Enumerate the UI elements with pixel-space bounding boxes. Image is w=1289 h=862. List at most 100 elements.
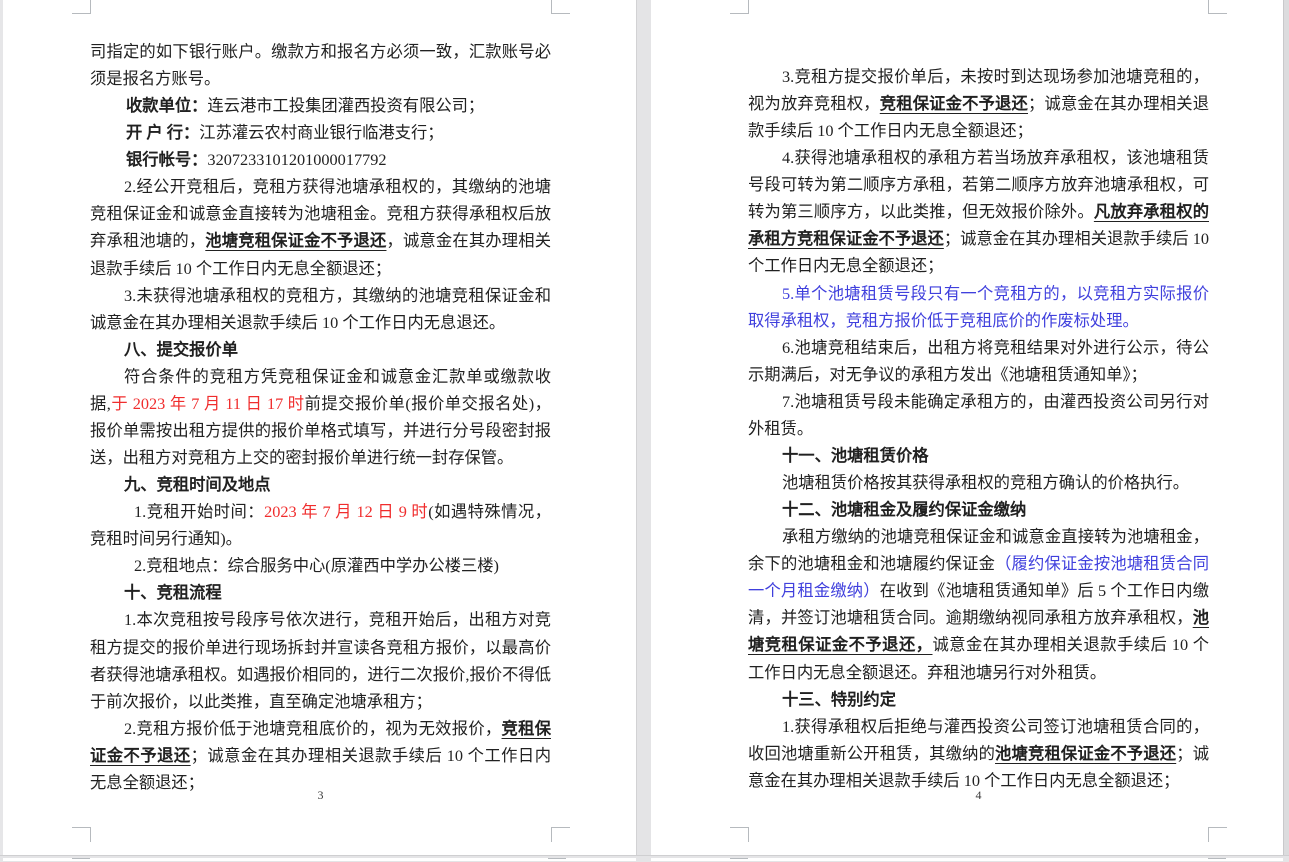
text-segment: 前提交报价单(报价单交报名处)，: [305, 394, 551, 413]
text-segment: 银行帐号：: [126, 150, 207, 169]
text-segment: 八、提交报价单: [124, 340, 238, 359]
text-segment: 十一、池塘租赁价格: [782, 446, 929, 465]
text-segment: 一个月租金缴纳）: [748, 581, 880, 600]
crop-mark-bottom-left: [730, 827, 749, 842]
crop-mark: [72, 858, 90, 859]
text-segment: 报价单需按出租方提供的报价单格式填写，并进行分号段密封报: [90, 421, 551, 440]
crop-mark: [730, 858, 748, 859]
text-segment: 符合条件的竞租方凭竞租保证金和诚意金汇款单或缴款收: [124, 367, 551, 386]
text-segment: 工作日内无息全额退还。弃租池塘另行对外租赁。: [748, 663, 1106, 682]
text-line: 工作日内无息全额退还。弃租池塘另行对外租赁。: [748, 659, 1209, 686]
document-page-3: 司指定的如下银行账户。缴款方和报名方必须一致，汇款账号必须是报名方账号。收款单位…: [3, 0, 636, 855]
text-line: 1.获得承租权后拒绝与灌西投资公司签订池塘租赁合同的，: [782, 713, 1209, 740]
text-line: 十一、池塘租赁价格: [782, 442, 1209, 469]
text-segment: 4.获得池塘承租权的承租方若当场放弃承租权，该池塘租赁: [782, 148, 1209, 167]
text-line: 送，出租方对竞租方上交的密封报价单进行统一封存保管。: [90, 444, 551, 471]
text-segment: 号段可转为第二顺序方承租，若第二顺序方放弃池塘承租权，可: [748, 175, 1209, 194]
text-line: 视为放弃竞租权，竞租保证金不予退还；诚意金在其办理相关退: [748, 90, 1209, 117]
text-line: 报价单需按出租方提供的报价单格式填写，并进行分号段密封报: [90, 417, 551, 444]
crop-mark-top-left: [72, 0, 91, 14]
text-line: 3.未获得池塘承租权的竞租方，其缴纳的池塘竞租保证金和: [124, 282, 551, 309]
text-line: 承租方竞租保证金不予退还；诚意金在其办理相关退款手续后 10: [748, 225, 1209, 252]
text-line: 2.竞租地点：综合服务中心(原灌西中学办公楼三楼): [134, 552, 551, 579]
text-line: 于前次报价，以此类推，直至确定池塘承租方；: [90, 688, 551, 715]
crop-mark: [548, 858, 566, 859]
text-segment: 视为放弃竞租权，: [748, 94, 880, 113]
text-line: 承租方缴纳的池塘竞租保证金和诚意金直接转为池塘租金，: [782, 523, 1209, 550]
text-line: 4.获得池塘承租权的承租方若当场放弃承租权，该池塘租赁: [782, 144, 1209, 171]
text-segment: 3.竞租方提交报价单后，未按时到达现场参加池塘竞租的，: [782, 67, 1209, 86]
text-segment: 于前次报价，以此类推，直至确定池塘承租方；: [90, 692, 432, 711]
text-line: 九、竞租时间及地点: [124, 471, 551, 498]
text-segment: 5.单个池塘租赁号段只有一个竞租方的，以竞租方实际报价: [782, 284, 1209, 303]
text-line: 者获得池塘承租权。如遇报价相同的，进行二次报价,报价不得低: [90, 661, 551, 688]
crop-mark-bottom-right: [551, 827, 570, 842]
text-segment: 江苏灌云农村商业银行临港支行；: [199, 123, 443, 142]
text-line: 收回池塘重新公开租赁，其缴纳的池塘竞租保证金不予退还；诚: [748, 740, 1209, 767]
text-segment: 租方提交的报价单进行现场拆封并宣读各竞租方报价，以最高价: [90, 638, 551, 657]
text-segment: 十二、池塘租金及履约保证金缴纳: [782, 500, 1026, 519]
text-line: 1.本次竞租按号段序号依次进行，竞租开始后，出租方对竞: [124, 606, 551, 633]
text-line: 余下的池塘租金和池塘履约保证金（履约保证金按池塘租赁合同: [748, 550, 1209, 577]
text-line: 5.单个池塘租赁号段只有一个竞租方的，以竞租方实际报价: [782, 280, 1209, 307]
text-line: 7.池塘租赁号段未能确定承租方的，由灌西投资公司另行对: [782, 388, 1209, 415]
document-page-4: 3.竞租方提交报价单后，未按时到达现场参加池塘竞租的， 视为放弃竞租权，竞租保证金…: [651, 0, 1283, 855]
text-segment: 池: [1193, 608, 1209, 627]
text-segment: 7.池塘租赁号段未能确定承租方的，由灌西投资公司另行对: [782, 392, 1209, 411]
text-segment: 2023 年 7 月 12 日 9 时: [264, 502, 428, 521]
text-line: 符合条件的竞租方凭竞租保证金和诚意金汇款单或缴款收: [124, 363, 551, 390]
text-segment: 1.获得承租权后拒绝与灌西投资公司签订池塘租赁合同的，: [782, 717, 1209, 736]
text-segment: (如遇特殊情况，: [428, 502, 551, 521]
text-segment: 池塘竞租保证金不予退还: [205, 231, 386, 250]
text-line: 转为第三顺序方，以此类推，但无效报价除外。凡放弃承租权的: [748, 198, 1209, 225]
text-line: 收款单位：连云港市工投集团灌西投资有限公司；: [126, 92, 551, 119]
text-line: 款手续后 10 个工作日内无息全额退还；: [748, 117, 1209, 144]
text-segment: 1.本次竞租按号段序号依次进行，竞租开始后，出租方对竞: [124, 610, 551, 629]
text-line: 十三、特别约定: [782, 686, 1209, 713]
crop-mark-bottom-left: [72, 827, 91, 842]
text-segment: 取得承租权，竞租方报价低于竞租底价的作废标处理。: [748, 311, 1139, 330]
text-line: 弃承租池塘的，池塘竞租保证金不予退还，诚意金在其办理相关: [90, 227, 551, 254]
text-line: 池塘租赁价格按其获得承租权的竞租方确认的价格执行。: [782, 469, 1209, 496]
text-segment: 清，并签订池塘租赁合同。逾期缴纳视同承租方放弃承租权，: [748, 608, 1193, 627]
text-line: 十、竞租流程: [124, 579, 551, 606]
text-segment: 于 2023 年 7 月 11 日 17 时: [111, 394, 305, 413]
text-segment: 池塘竞租保证金不予退还: [995, 744, 1176, 763]
text-line: 2.竞租方报价低于池塘竞租底价的，视为无效报价，竞租保: [124, 715, 551, 742]
text-segment: 竞租保证金不予退还: [880, 94, 1028, 113]
text-segment: 诚意金在其办理相关退款手续后 10 个工作日内无息退还。: [90, 313, 505, 332]
text-segment: 池塘租赁价格按其获得承租权的竞租方确认的价格执行。: [782, 473, 1189, 492]
text-segment: 塘竞租保证金不予退还，: [748, 635, 933, 654]
text-segment: 者获得池塘承租权。如遇报价相同的，进行二次报价,报价不得低: [90, 665, 551, 684]
text-segment: 转为第三顺序方，以此类推，但无效报价除外。: [748, 202, 1094, 221]
crop-mark: [1208, 858, 1226, 859]
text-segment: 退款手续后 10 个工作日内无息全额退还；: [90, 259, 391, 278]
text-line: 示期满后，对无争议的承租方发出《池塘租赁通知单》；: [748, 361, 1209, 388]
page-number: 4: [748, 786, 1209, 804]
crop-mark-top-right: [551, 0, 570, 14]
text-line: 个工作日内无息全额退还；: [748, 252, 1209, 279]
text-segment: 1.竞租开始时间：: [134, 502, 264, 521]
text-segment: ，诚意金在其办理相关: [386, 231, 551, 250]
text-line: 十二、池塘租金及履约保证金缴纳: [782, 496, 1209, 523]
text-segment: 弃承租池塘的，: [90, 231, 205, 250]
text-line: 银行帐号：3207233101201000017792: [126, 146, 551, 173]
text-segment: ；诚意金在其办理相关退: [1028, 94, 1209, 113]
text-line: 租方提交的报价单进行现场拆封并宣读各竞租方报价，以最高价: [90, 634, 551, 661]
text-line: 外租赁。: [748, 415, 1209, 442]
text-segment: 2.竞租方报价低于池塘竞租底价的，视为无效报价，: [124, 719, 502, 738]
text-segment: 承租方竞租保证金不予退还: [748, 229, 944, 248]
text-segment: 十、竞租流程: [124, 583, 222, 602]
text-line: 须是报名方账号。: [90, 65, 551, 92]
text-segment: 据,: [90, 394, 111, 413]
text-line: 退款手续后 10 个工作日内无息全额退还；: [90, 255, 551, 282]
text-line: 开 户 行：江苏灌云农村商业银行临港支行；: [126, 119, 551, 146]
text-segment: 6.池塘竞租结束后，出租方将竞租结果对外进行公示，待公: [782, 338, 1209, 357]
text-segment: 余下的池塘租金和池塘履约保证金: [748, 554, 995, 573]
text-segment: 承租方缴纳的池塘竞租保证金和诚意金直接转为池塘租金，: [782, 527, 1209, 546]
text-segment: 外租赁。: [748, 419, 813, 438]
text-segment: ；诚意金在其办理相关退款手续后 10: [944, 229, 1209, 248]
text-line: 据,于 2023 年 7 月 11 日 17 时前提交报价单(报价单交报名处)，: [90, 390, 551, 417]
text-segment: 送，出租方对竞租方上交的密封报价单进行统一封存保管。: [90, 448, 513, 467]
text-line: 2.经公开竞租后，竞租方获得池塘承租权的，其缴纳的池塘: [124, 173, 551, 200]
